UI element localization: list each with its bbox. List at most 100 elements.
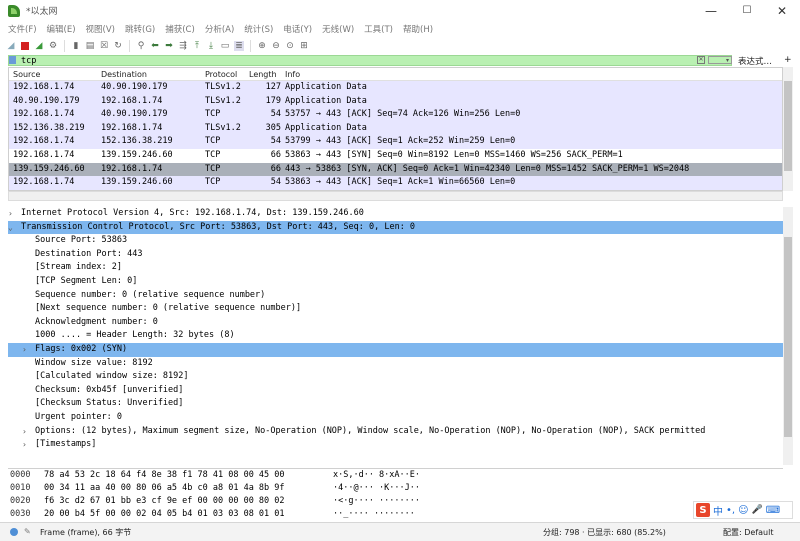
- detail-row[interactable]: Source Port: 53863: [8, 234, 783, 248]
- detail-row[interactable]: › Internet Protocol Version 4, Src: 192.1…: [8, 207, 783, 221]
- hex-bytes[interactable]: 78 a4 53 2c 18 64 f4 8e 38 f1 78 41 08 0…: [44, 469, 285, 482]
- ime-punctuation-toggle[interactable]: •,: [726, 505, 735, 516]
- column-source[interactable]: Source: [13, 70, 40, 79]
- column-info[interactable]: Info: [285, 70, 300, 79]
- hex-ascii[interactable]: ·<·g···· ········: [333, 495, 420, 508]
- zoom-in-icon[interactable]: ⊕: [257, 41, 267, 51]
- close-file-icon[interactable]: ☒: [99, 41, 109, 51]
- menu-file[interactable]: 文件(F): [4, 23, 43, 35]
- collapsed-chevron-icon[interactable]: ›: [22, 343, 27, 357]
- stop-capture-icon[interactable]: [20, 41, 30, 51]
- detail-row[interactable]: › Flags: 0x002 (SYN): [8, 342, 783, 357]
- packet-row[interactable]: 139.159.246.60 192.168.1.74 TCP 66 443 → 538…: [9, 162, 782, 177]
- hex-offset[interactable]: 0000: [10, 469, 30, 482]
- display-filter-input[interactable]: tcp: [8, 55, 732, 66]
- hex-ascii[interactable]: ·4··@··· ·K···J··: [333, 482, 420, 495]
- column-length[interactable]: Length: [249, 70, 277, 79]
- zoom-out-icon[interactable]: ⊖: [271, 41, 281, 51]
- menu-edit[interactable]: 编辑(E): [43, 23, 82, 35]
- detail-row[interactable]: Sequence number: 0 (relative sequence nu…: [8, 289, 783, 303]
- packet-list-scrollbar[interactable]: [783, 67, 793, 191]
- expanded-chevron-icon[interactable]: ⌄: [8, 221, 13, 235]
- detail-row[interactable]: [Stream index: 2]: [8, 261, 783, 275]
- hex-offset[interactable]: 0010: [10, 482, 30, 495]
- colorize-icon[interactable]: ≣: [234, 40, 244, 51]
- menu-wireless[interactable]: 无线(W): [318, 23, 360, 35]
- expert-info-icon[interactable]: [10, 528, 18, 536]
- detail-row[interactable]: 1000 .... = Header Length: 32 bytes (8): [8, 329, 783, 343]
- ime-language-toggle[interactable]: 中: [713, 503, 723, 518]
- sogou-logo-icon[interactable]: S: [696, 503, 710, 517]
- zoom-reset-icon[interactable]: ⊙: [285, 41, 295, 51]
- reload-icon[interactable]: ↻: [113, 41, 123, 51]
- detail-row[interactable]: Urgent pointer: 0: [8, 411, 783, 425]
- find-packet-icon[interactable]: ⚲: [136, 41, 146, 51]
- detail-row[interactable]: [TCP Segment Len: 0]: [8, 275, 783, 289]
- resize-columns-icon[interactable]: ⊞: [299, 41, 309, 51]
- expression-button[interactable]: 表达式…: [738, 55, 772, 67]
- minimize-button[interactable]: —: [693, 0, 729, 21]
- collapsed-chevron-icon[interactable]: ›: [8, 207, 13, 221]
- restart-capture-icon[interactable]: ◢: [34, 41, 44, 51]
- start-capture-icon[interactable]: ◢: [6, 41, 16, 51]
- go-to-packet-icon[interactable]: ⇶: [178, 41, 188, 51]
- hex-ascii[interactable]: x·S,·d·· 8·xA··E·: [333, 469, 420, 482]
- ime-voice-icon[interactable]: 🎤: [752, 505, 763, 515]
- packet-row[interactable]: 192.168.1.74 40.90.190.179 TLSv1.2 127 Appli…: [9, 81, 782, 95]
- packet-list-hscrollbar[interactable]: [8, 191, 783, 201]
- menu-view[interactable]: 视图(V): [82, 23, 121, 35]
- menu-tools[interactable]: 工具(T): [360, 23, 399, 35]
- go-forward-icon[interactable]: ➡: [164, 41, 174, 51]
- detail-row[interactable]: Destination Port: 443: [8, 248, 783, 262]
- first-packet-icon[interactable]: ⤒: [192, 41, 202, 51]
- column-protocol[interactable]: Protocol: [205, 70, 237, 79]
- hex-bytes[interactable]: 20 00 b4 5f 00 00 02 04 05 b4 01 03 03 0…: [44, 508, 285, 520]
- menu-help[interactable]: 帮助(H): [399, 23, 439, 35]
- packet-row[interactable]: 192.168.1.74 139.159.246.60 TCP 54 53863 → 4…: [9, 176, 782, 190]
- detail-row[interactable]: › Options: (12 bytes), Maximum segment si…: [8, 425, 783, 439]
- packet-list-scroll-thumb[interactable]: [784, 81, 792, 171]
- ime-emoji-icon[interactable]: ☺: [738, 505, 748, 516]
- packet-row[interactable]: 192.168.1.74 152.136.38.219 TCP 54 53799 → 4…: [9, 135, 782, 149]
- close-button[interactable]: ✕: [764, 0, 800, 21]
- details-scroll-thumb[interactable]: [784, 237, 792, 437]
- add-filter-button[interactable]: +: [784, 55, 792, 65]
- hex-offset[interactable]: 0020: [10, 495, 30, 508]
- menu-analyze[interactable]: 分析(A): [201, 23, 240, 35]
- collapsed-chevron-icon[interactable]: ›: [22, 438, 27, 452]
- hex-bytes[interactable]: 00 34 11 aa 40 00 80 06 a5 4b c0 a8 01 4…: [44, 482, 285, 495]
- last-packet-icon[interactable]: ⤓: [206, 41, 216, 51]
- ime-keyboard-icon[interactable]: ⌨: [766, 505, 780, 516]
- detail-row[interactable]: [Next sequence number: 0 (relative seque…: [8, 302, 783, 316]
- packet-row[interactable]: 152.136.38.219 192.168.1.74 TLSv1.2 305 Appl…: [9, 121, 782, 136]
- autoscroll-icon[interactable]: ▭: [220, 41, 230, 51]
- menu-statistics[interactable]: 统计(S): [240, 23, 279, 35]
- detail-row[interactable]: ⌄ Transmission Control Protocol, Src Port…: [8, 220, 783, 235]
- detail-row[interactable]: › [Timestamps]: [8, 438, 783, 452]
- go-back-icon[interactable]: ⬅: [150, 41, 160, 51]
- column-destination[interactable]: Destination: [101, 70, 147, 79]
- open-file-icon[interactable]: ▮: [71, 41, 81, 51]
- menu-capture[interactable]: 捕获(C): [161, 23, 201, 35]
- hex-ascii[interactable]: ··_···· ········: [333, 508, 415, 520]
- capture-options-icon[interactable]: ⚙: [48, 41, 58, 51]
- hex-offset[interactable]: 0030: [10, 508, 30, 520]
- detail-row[interactable]: Checksum: 0xb45f [unverified]: [8, 384, 783, 398]
- edit-comment-icon[interactable]: ✎: [24, 527, 31, 536]
- clear-filter-icon[interactable]: ✕: [697, 56, 705, 64]
- packet-row[interactable]: 40.90.190.179 192.168.1.74 TLSv1.2 179 Appli…: [9, 94, 782, 109]
- packet-row[interactable]: 192.168.1.74 139.159.246.60 TCP 66 53863 → 4…: [9, 149, 782, 163]
- collapsed-chevron-icon[interactable]: ›: [22, 425, 27, 439]
- menu-go[interactable]: 跳转(G): [121, 23, 161, 35]
- detail-row[interactable]: Window size value: 8192: [8, 357, 783, 371]
- detail-row[interactable]: [Checksum Status: Unverified]: [8, 397, 783, 411]
- detail-row[interactable]: Acknowledgment number: 0: [8, 316, 783, 330]
- save-file-icon[interactable]: ▤: [85, 41, 95, 51]
- detail-row[interactable]: [Calculated window size: 8192]: [8, 370, 783, 384]
- maximize-button[interactable]: ☐: [729, 0, 765, 21]
- filter-bookmark-icon[interactable]: [9, 56, 16, 64]
- hex-bytes[interactable]: f6 3c d2 67 01 bb e3 cf 9e ef 00 00 00 0…: [44, 495, 285, 508]
- menu-telephony[interactable]: 电话(Y): [279, 23, 318, 35]
- details-scrollbar[interactable]: [783, 207, 793, 465]
- filter-dropdown-icon[interactable]: ▾: [708, 56, 732, 64]
